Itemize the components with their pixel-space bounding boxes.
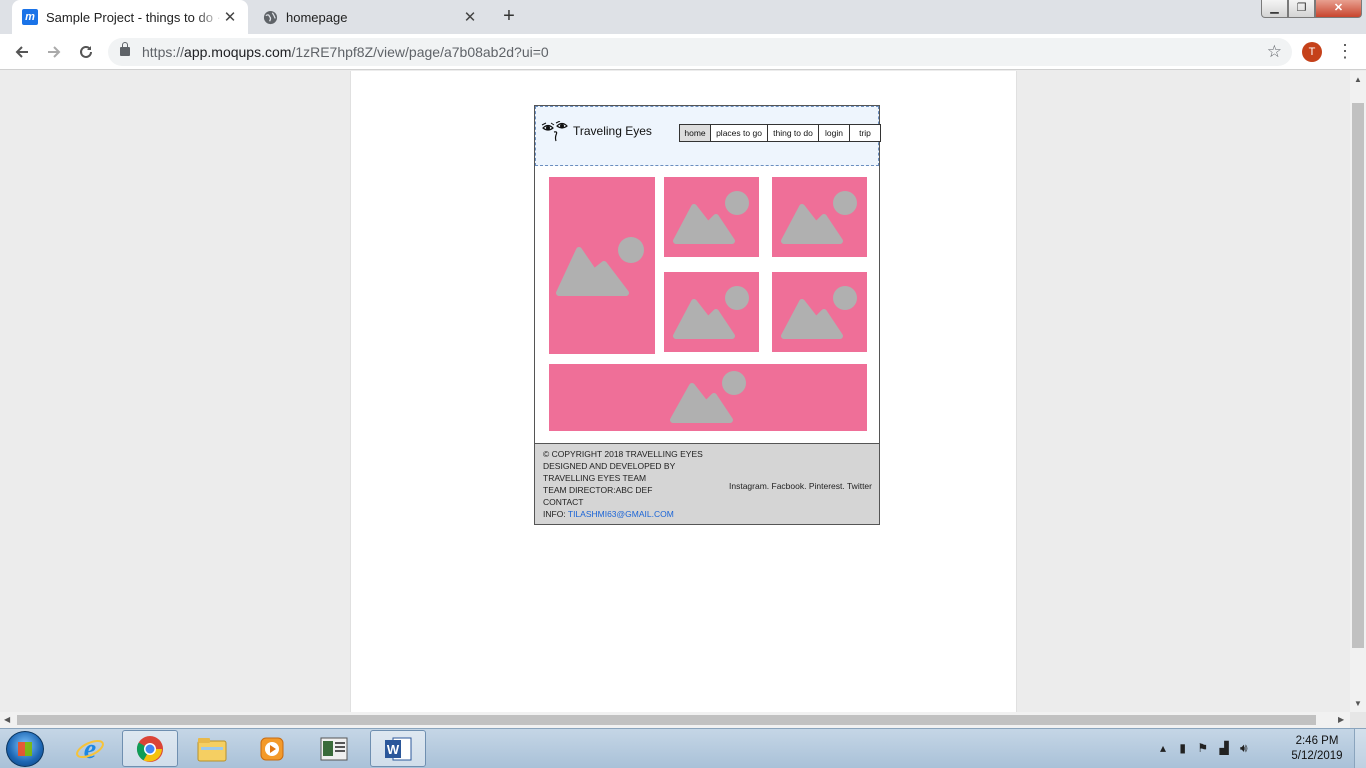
battery-icon[interactable]: ▮ [1179, 741, 1186, 755]
nav-thing-to-do[interactable]: thing to do [768, 125, 819, 141]
network-signal-icon[interactable]: ▟ [1219, 741, 1228, 755]
scrollbar-corner [1350, 712, 1366, 728]
nav-login[interactable]: login [819, 125, 850, 141]
footer-line: TRAVELLING EYES TEAM [543, 473, 647, 483]
scroll-right-arrow-icon[interactable]: ▶ [1338, 715, 1344, 724]
new-tab-button[interactable]: + [498, 6, 520, 28]
system-clock[interactable]: 2:46 PM 5/12/2019 [1287, 734, 1347, 764]
scroll-left-arrow-icon[interactable]: ◀ [4, 715, 10, 724]
media-player-icon[interactable] [244, 730, 300, 767]
mockup-nav: home places to go thing to do login trip [679, 124, 881, 142]
action-center-flag-icon[interactable]: ⚑ [1197, 741, 1208, 755]
vertical-scrollbar[interactable]: ▲ ▼ [1350, 71, 1366, 712]
nav-trip[interactable]: trip [850, 125, 880, 141]
image-icon [781, 286, 857, 339]
image-icon [781, 191, 857, 244]
svg-text:W: W [387, 742, 400, 757]
browser-toolbar: https://app.moqups.com/1zRE7hpf8Z/view/p… [0, 34, 1366, 70]
wireframe-mockup: Traveling Eyes home places to go thing t… [534, 105, 881, 525]
back-arrow-icon[interactable] [10, 40, 34, 64]
scroll-up-arrow-icon[interactable]: ▲ [1350, 75, 1366, 84]
image-placeholder-wide [549, 364, 867, 431]
horizontal-scroll-thumb[interactable] [17, 715, 1316, 725]
close-icon[interactable]: ✕ [462, 8, 478, 26]
image-placeholder [664, 177, 759, 257]
tab-title: homepage [286, 9, 348, 25]
footer-contact-line: INFO: TILASHMI63@GMAIL.COM [543, 509, 674, 519]
image-placeholder-large [549, 177, 655, 354]
footer-line: CONTACT [543, 497, 584, 507]
clock-time: 2:46 PM [1295, 735, 1339, 747]
image-placeholder [772, 272, 867, 352]
mockup-footer: © COPYRIGHT 2018 TRAVELLING EYES DESIGNE… [535, 443, 879, 524]
close-window-button[interactable]: ✕ [1315, 0, 1362, 18]
nav-home[interactable]: home [680, 125, 711, 141]
maximize-button[interactable]: ❐ [1288, 0, 1315, 18]
address-bar[interactable]: https://app.moqups.com/1zRE7hpf8Z/view/p… [108, 38, 1292, 66]
start-button[interactable] [6, 731, 44, 767]
lock-icon [120, 42, 130, 56]
forward-arrow-icon[interactable] [42, 40, 66, 64]
minimize-button[interactable]: ▁ [1261, 0, 1288, 18]
image-icon [673, 286, 749, 339]
tab-homepage[interactable]: homepage ✕ [252, 0, 488, 34]
tab-bar: m Sample Project - things to do · Moqups… [0, 0, 1366, 34]
svg-text:e: e [84, 734, 96, 764]
footer-line: TEAM DIRECTOR:ABC DEF [543, 485, 653, 495]
menu-dots-icon[interactable]: ⋮ [1336, 40, 1354, 62]
volume-icon[interactable]: 🔊︎ [1240, 741, 1248, 755]
nav-places-to-go[interactable]: places to go [711, 125, 768, 141]
show-desktop-button[interactable] [1354, 729, 1366, 768]
image-icon [673, 191, 749, 244]
clock-date: 5/12/2019 [1291, 750, 1343, 762]
footer-email-link[interactable]: TILASHMI63@GMAIL.COM [568, 509, 674, 519]
tab-title: Sample Project - things to do · Moqups [46, 9, 222, 25]
footer-info: © COPYRIGHT 2018 TRAVELLING EYES DESIGNE… [543, 448, 703, 520]
brand-name: Traveling Eyes [573, 124, 652, 138]
eyes-logo-icon [541, 121, 568, 142]
windows-taskbar: e W ▴ ▮ ⚑ ▟ 🔊︎ 2:46 PM 5/12/2019 [0, 728, 1366, 768]
footer-copyright: © COPYRIGHT 2018 TRAVELLING EYES [543, 449, 703, 459]
tab-sample-project[interactable]: m Sample Project - things to do · Moqups… [12, 0, 248, 34]
internet-explorer-icon[interactable]: e [62, 730, 118, 767]
mockup-header: Traveling Eyes home places to go thing t… [535, 106, 881, 166]
bookmark-star-icon[interactable]: ☆ [1267, 38, 1282, 66]
presentation-icon[interactable] [306, 730, 362, 767]
page-viewport: Traveling Eyes home places to go thing t… [0, 71, 1350, 712]
word-icon[interactable]: W [370, 730, 426, 767]
moqups-canvas: Traveling Eyes home places to go thing t… [350, 71, 1017, 712]
image-placeholder [772, 177, 867, 257]
url-text: https://app.moqups.com/1zRE7hpf8Z/view/p… [142, 44, 549, 60]
reload-icon[interactable] [74, 40, 98, 64]
close-icon[interactable]: ✕ [222, 8, 238, 26]
image-placeholder [664, 272, 759, 352]
footer-line: DESIGNED AND DEVELOPED BY [543, 461, 676, 471]
file-explorer-icon[interactable] [184, 730, 240, 767]
profile-avatar[interactable]: T [1302, 42, 1322, 62]
vertical-scroll-thumb[interactable] [1352, 103, 1364, 648]
image-icon [670, 371, 746, 423]
show-hidden-icons-icon[interactable]: ▴ [1160, 741, 1166, 755]
footer-social-links[interactable]: Instagram. Facbook. Pinterest. Twitter [729, 481, 872, 491]
scroll-down-arrow-icon[interactable]: ▼ [1350, 699, 1366, 708]
image-icon [556, 237, 644, 296]
system-tray: ▴ ▮ ⚑ ▟ 🔊︎ [1160, 741, 1248, 756]
horizontal-scrollbar[interactable]: ◀ ▶ [0, 712, 1350, 728]
chrome-icon[interactable] [122, 730, 178, 767]
globe-icon [262, 9, 278, 25]
moqups-m-icon: m [22, 9, 38, 25]
